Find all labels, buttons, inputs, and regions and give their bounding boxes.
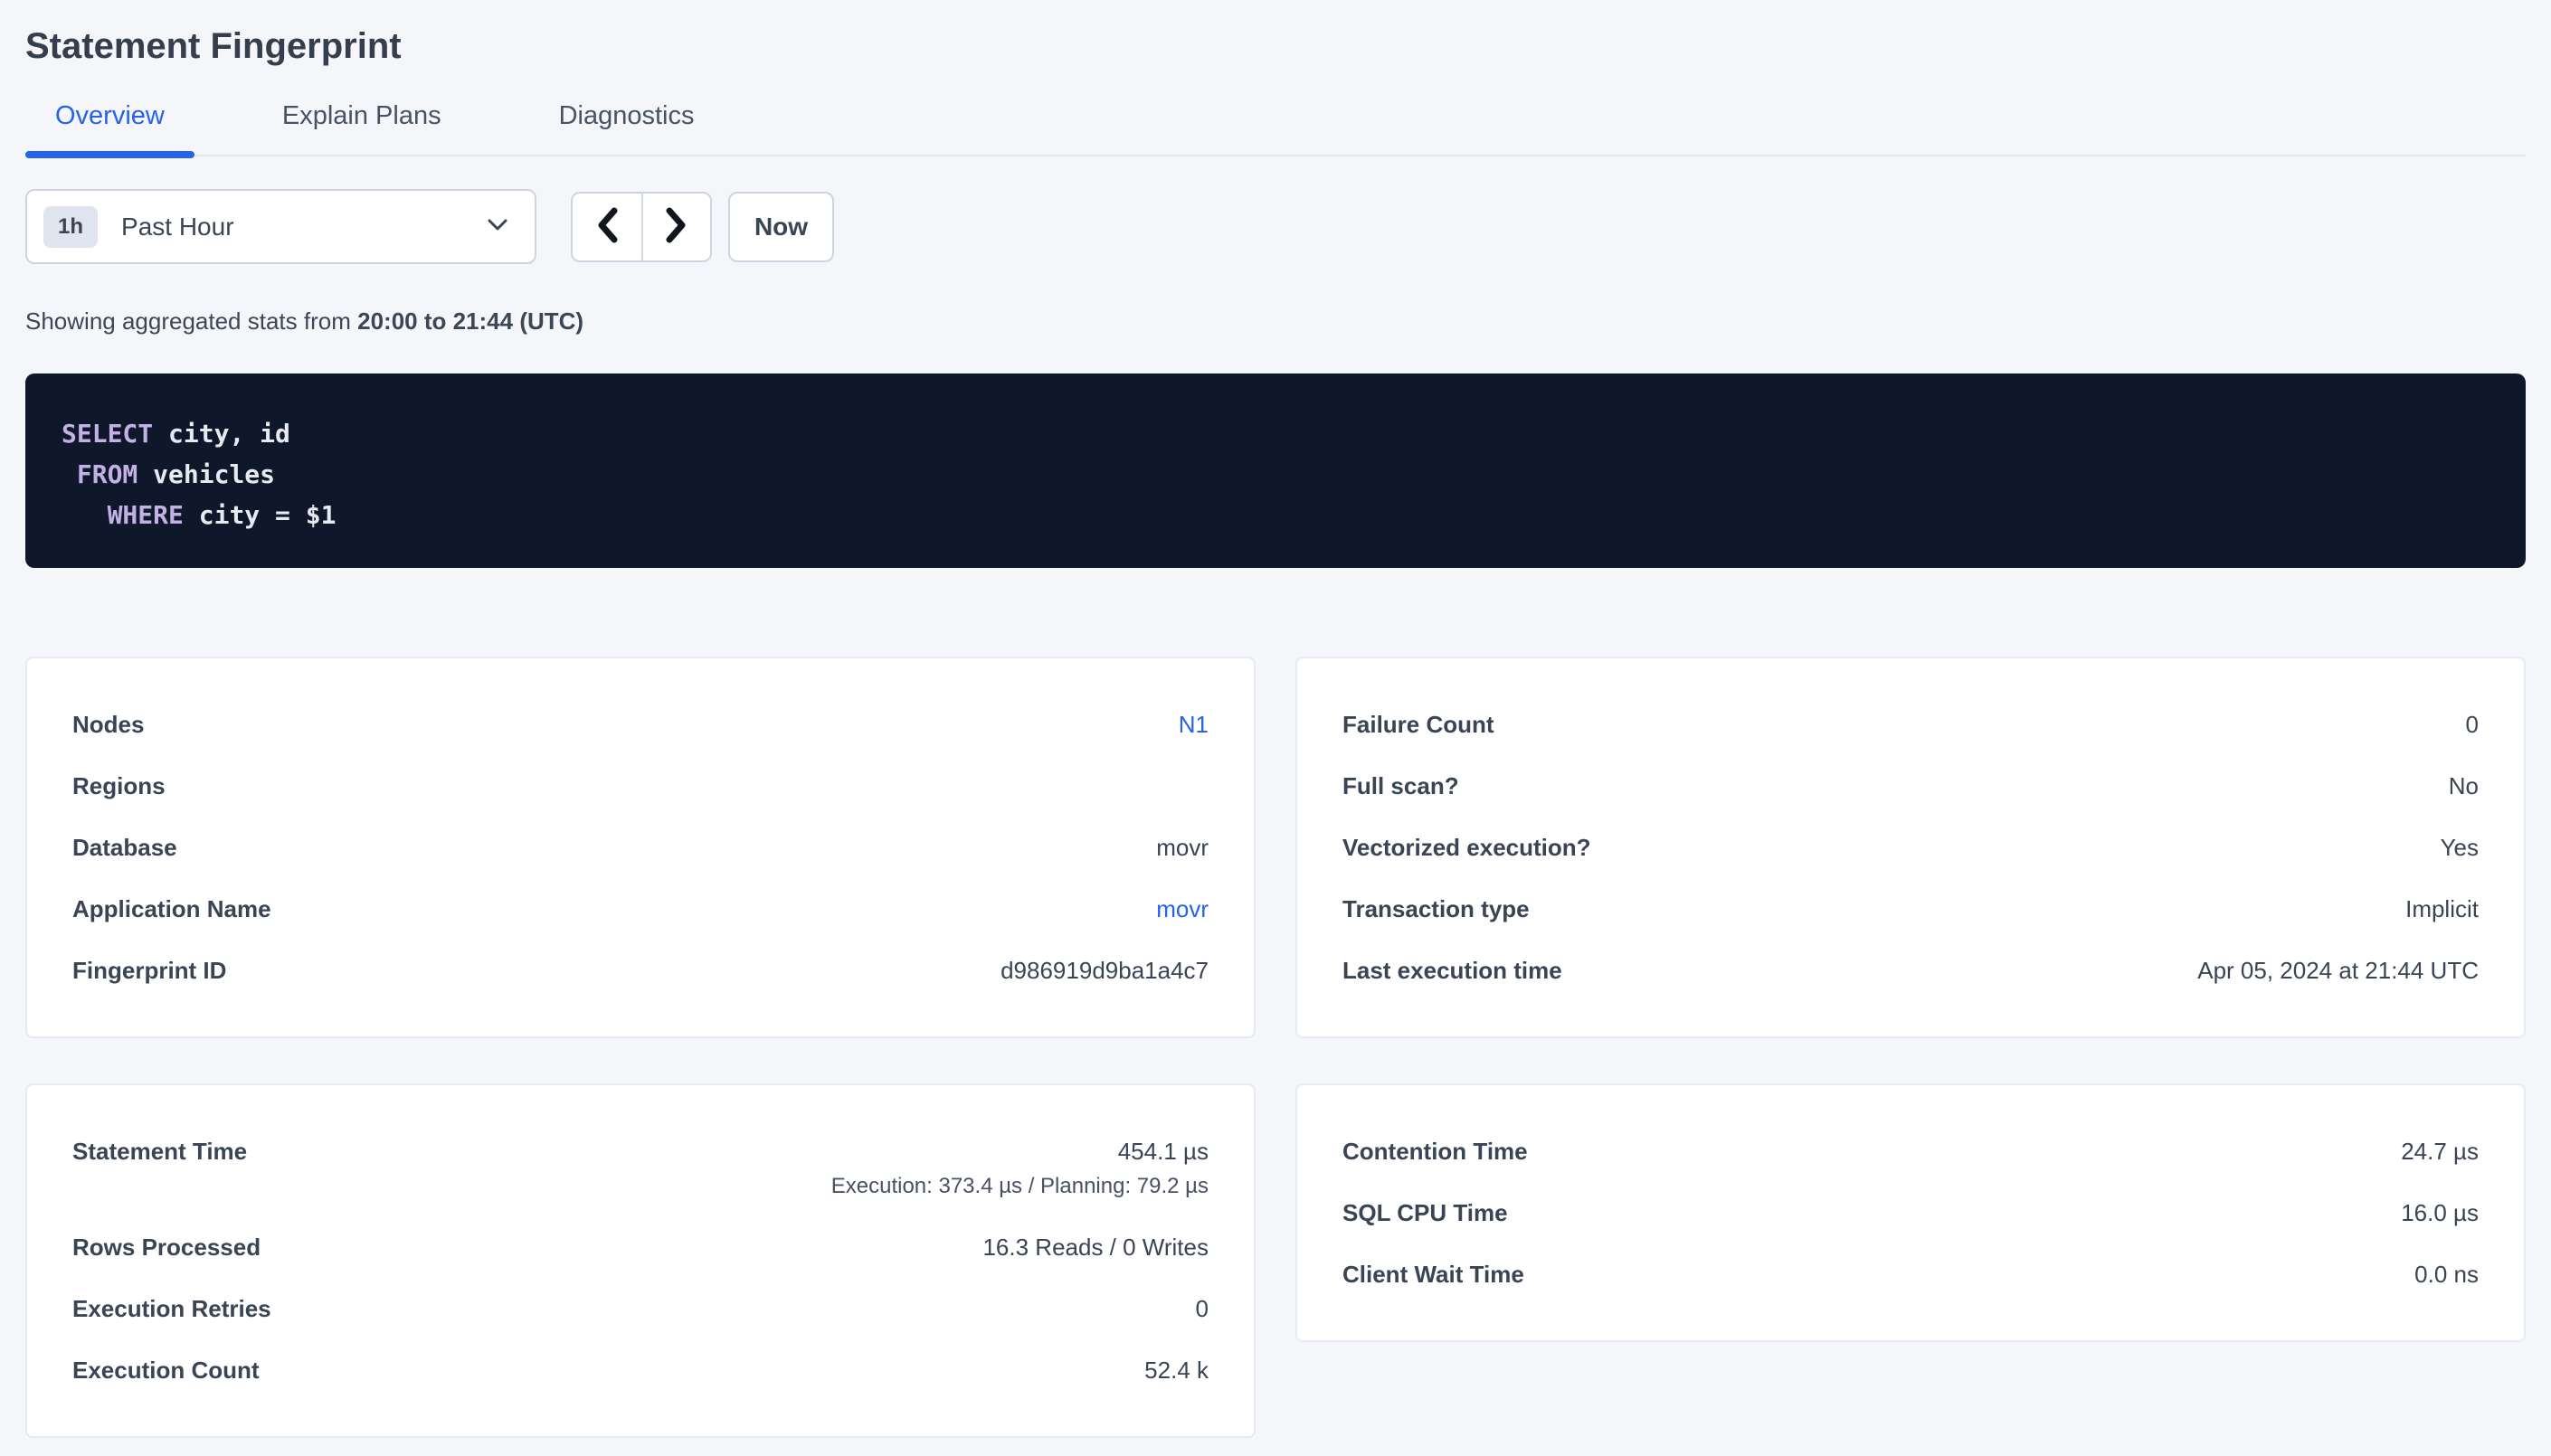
nodes-link[interactable]: N1 [1179, 711, 1209, 738]
sql-statement-box: SELECT city, id FROM vehicles WHERE city… [25, 373, 2526, 568]
stats-line-range: 20:00 to 21:44 (UTC) [357, 307, 583, 335]
now-button[interactable]: Now [728, 192, 834, 262]
row-value: No [2449, 772, 2479, 799]
tab-overview[interactable]: Overview [25, 87, 194, 155]
row-label: Execution Retries [72, 1295, 299, 1322]
prev-time-button[interactable] [573, 194, 641, 260]
time-controls: 1h Past Hour Now [25, 189, 2526, 264]
row-label: Rows Processed [72, 1234, 288, 1261]
application-name-link[interactable]: movr [1156, 895, 1209, 922]
row-value: Yes [2441, 834, 2479, 861]
detail-row-regions: Regions [72, 772, 1209, 799]
sql-line: SELECT city, id [62, 413, 2489, 454]
row-value: Apr 05, 2024 at 21:44 UTC [2197, 957, 2479, 984]
detail-row-failure-count: Failure Count 0 [1342, 711, 2479, 738]
sql-text: city, id [153, 419, 290, 449]
row-label: Execution Count [72, 1357, 287, 1384]
row-label: Failure Count [1342, 711, 1522, 738]
row-label: SQL CPU Time [1342, 1199, 1535, 1226]
stat-row-client-wait-time: Client Wait Time 0.0 ns [1342, 1261, 2479, 1288]
row-label: Nodes [72, 711, 171, 738]
stat-row-sql-cpu-time: SQL CPU Time 16.0 µs [1342, 1199, 2479, 1226]
detail-row-vectorized-execution: Vectorized execution? Yes [1342, 834, 2479, 861]
row-value-block: 454.1 µs Execution: 373.4 µs / Planning:… [831, 1138, 1209, 1199]
detail-row-application-name: Application Name movr [72, 895, 1209, 922]
sql-line: FROM vehicles [62, 454, 2489, 495]
stats-line-prefix: Showing aggregated stats from [25, 307, 357, 335]
detail-row-fingerprint-id: Fingerprint ID d986919d9ba1a4c7 [72, 957, 1209, 984]
stat-row-execution-retries: Execution Retries 0 [72, 1295, 1209, 1322]
row-label: Client Wait Time [1342, 1261, 1551, 1288]
stat-row-statement-time: Statement Time 454.1 µs Execution: 373.4… [72, 1138, 1209, 1199]
sql-keyword: SELECT [62, 419, 153, 449]
detail-row-transaction-type: Transaction type Implicit [1342, 895, 2479, 922]
sql-text: vehicles [138, 459, 275, 489]
row-label: Application Name [72, 895, 299, 922]
time-range-label: Past Hour [121, 213, 486, 241]
time-nav-group [571, 192, 712, 262]
row-label: Database [72, 834, 204, 861]
cards-grid: Nodes N1 Regions Database movr Applicati… [25, 657, 2526, 1438]
row-value: 24.7 µs [2401, 1138, 2479, 1165]
page-title: Statement Fingerprint [25, 24, 2526, 69]
statement-fingerprint-page: Statement Fingerprint Overview Explain P… [0, 0, 2551, 1438]
row-value: 0.0 ns [2414, 1261, 2479, 1288]
execution-stats-card-left: Statement Time 454.1 µs Execution: 373.4… [25, 1083, 1256, 1438]
row-value: 0 [1196, 1295, 1209, 1322]
row-label: Vectorized execution? [1342, 834, 1618, 861]
row-label: Last execution time [1342, 957, 1589, 984]
statement-details-card-left: Nodes N1 Regions Database movr Applicati… [25, 657, 1256, 1038]
statement-details-card-right: Failure Count 0 Full scan? No Vectorized… [1295, 657, 2526, 1038]
stat-row-execution-count: Execution Count 52.4 k [72, 1357, 1209, 1384]
aggregated-stats-line: Showing aggregated stats from 20:00 to 2… [25, 307, 2526, 336]
chevron-down-icon [486, 216, 509, 237]
row-value: 16.3 Reads / 0 Writes [982, 1234, 1209, 1261]
row-value: movr [1156, 834, 1209, 861]
interval-badge: 1h [43, 206, 98, 248]
row-value: d986919d9ba1a4c7 [1000, 957, 1209, 984]
row-label: Fingerprint ID [72, 957, 253, 984]
row-label: Contention Time [1342, 1138, 1555, 1165]
tab-diagnostics[interactable]: Diagnostics [529, 87, 725, 155]
sql-indent [62, 500, 108, 530]
detail-row-database: Database movr [72, 834, 1209, 861]
next-time-button[interactable] [641, 194, 710, 260]
row-label: Full scan? [1342, 772, 1486, 799]
time-range-dropdown[interactable]: 1h Past Hour [25, 189, 536, 264]
row-value: 454.1 µs [831, 1138, 1209, 1165]
detail-row-full-scan: Full scan? No [1342, 772, 2479, 799]
row-value: 16.0 µs [2401, 1199, 2479, 1226]
chevron-right-icon [664, 206, 689, 247]
sql-indent [62, 459, 77, 489]
sql-line: WHERE city = $1 [62, 495, 2489, 535]
detail-row-last-execution-time: Last execution time Apr 05, 2024 at 21:4… [1342, 957, 2479, 984]
row-label: Transaction type [1342, 895, 1557, 922]
sql-keyword: WHERE [108, 500, 184, 530]
row-label: Statement Time [72, 1138, 274, 1165]
row-subvalue: Execution: 373.4 µs / Planning: 79.2 µs [831, 1174, 1209, 1199]
sql-keyword: FROM [77, 459, 138, 489]
detail-row-nodes: Nodes N1 [72, 711, 1209, 738]
sql-text: city = $1 [184, 500, 337, 530]
row-value: Implicit [2405, 895, 2479, 922]
tab-explain-plans[interactable]: Explain Plans [252, 87, 471, 155]
row-value: 52.4 k [1144, 1357, 1209, 1384]
stat-row-contention-time: Contention Time 24.7 µs [1342, 1138, 2479, 1165]
chevron-left-icon [594, 206, 620, 247]
row-value: 0 [2466, 711, 2479, 738]
stat-row-rows-processed: Rows Processed 16.3 Reads / 0 Writes [72, 1234, 1209, 1261]
tab-bar: Overview Explain Plans Diagnostics [25, 87, 2526, 156]
execution-stats-card-right: Contention Time 24.7 µs SQL CPU Time 16.… [1295, 1083, 2526, 1342]
row-label: Regions [72, 772, 193, 799]
